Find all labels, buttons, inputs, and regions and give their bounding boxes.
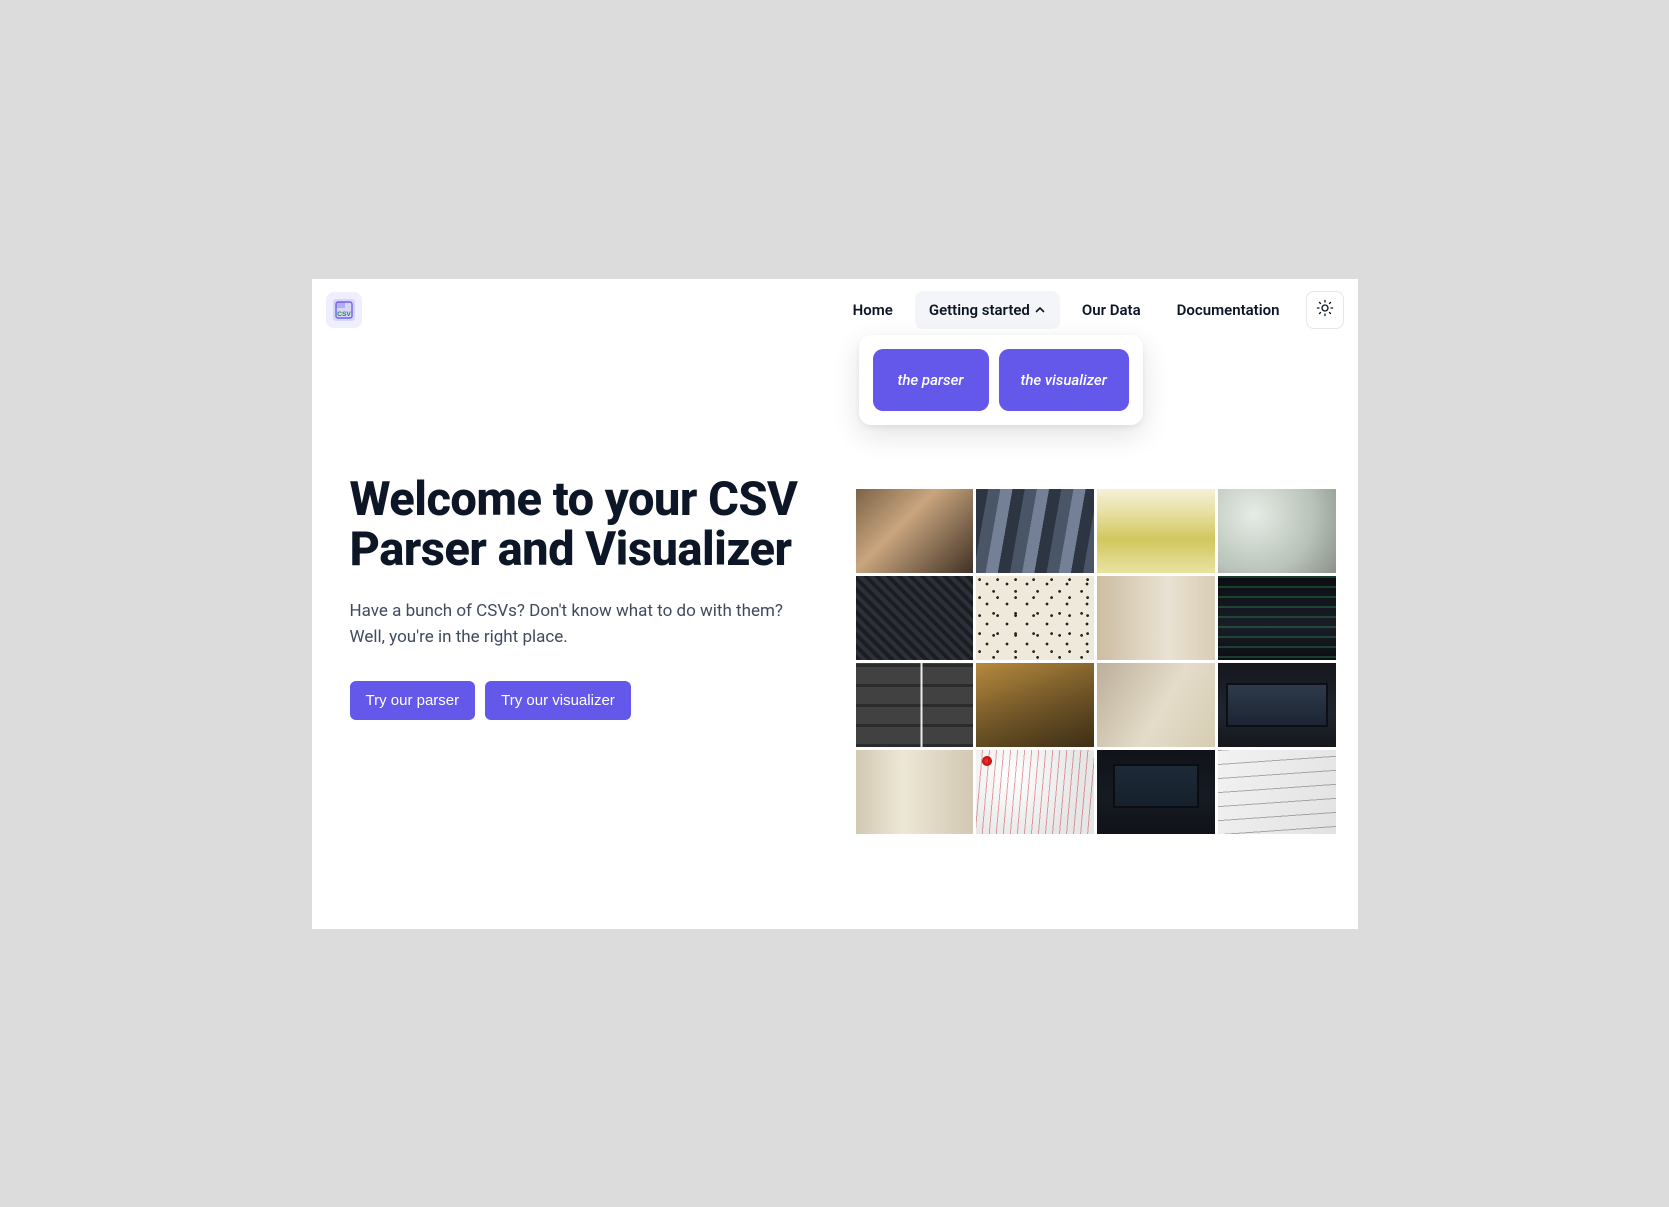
try-visualizer-button[interactable]: Try our visualizer — [485, 681, 631, 720]
svg-text:CSV: CSV — [337, 311, 351, 318]
nav-item-documentation[interactable]: Documentation — [1163, 291, 1294, 329]
dropdown-item-parser[interactable]: the parser — [873, 349, 989, 411]
nav-right: Home Getting started Our Data Documentat… — [839, 291, 1344, 329]
hero-title: Welcome to your CSV Parser and Visualize… — [350, 475, 810, 577]
hero: Welcome to your CSV Parser and Visualize… — [350, 475, 810, 720]
chevron-up-icon — [1034, 304, 1046, 316]
top-nav: CSV Home Getting started Our Data Doc — [312, 289, 1358, 331]
dropdown-item-visualizer[interactable]: the visualizer — [999, 349, 1129, 411]
app-window: CSV Home Getting started Our Data Doc — [312, 279, 1358, 929]
dropdown-item-label: the parser — [897, 371, 963, 389]
csv-logo-icon: CSV — [331, 297, 357, 323]
grid-tile — [1218, 489, 1336, 573]
grid-tile — [976, 750, 1094, 834]
grid-tile — [856, 576, 974, 660]
nav-item-label: Home — [853, 301, 893, 319]
grid-tile — [1218, 750, 1336, 834]
grid-tile — [856, 750, 974, 834]
cta-row: Try our parser Try our visualizer — [350, 681, 810, 720]
logo[interactable]: CSV — [326, 292, 362, 328]
nav-item-label: Getting started — [929, 301, 1030, 319]
dropdown-item-label: the visualizer — [1021, 371, 1107, 389]
nav-items: Home Getting started Our Data Documentat… — [839, 291, 1294, 329]
grid-tile — [976, 576, 1094, 660]
grid-tile — [1218, 576, 1336, 660]
theme-toggle-button[interactable] — [1306, 291, 1344, 329]
button-label: Try our visualizer — [501, 692, 615, 709]
grid-tile — [1097, 576, 1215, 660]
grid-tile — [856, 489, 974, 573]
grid-tile — [1097, 489, 1215, 573]
nav-item-home[interactable]: Home — [839, 291, 907, 329]
sun-icon — [1316, 299, 1334, 320]
grid-tile — [976, 489, 1094, 573]
nav-item-label: Our Data — [1082, 301, 1141, 319]
grid-tile — [1097, 750, 1215, 834]
hero-subtitle: Have a bunch of CSVs? Don't know what to… — [350, 598, 810, 651]
grid-tile — [1218, 663, 1336, 747]
nav-item-getting-started[interactable]: Getting started — [915, 291, 1060, 329]
hero-image-grid — [856, 489, 1336, 834]
nav-item-our-data[interactable]: Our Data — [1068, 291, 1155, 329]
button-label: Try our parser — [366, 692, 460, 709]
nav-item-label: Documentation — [1177, 301, 1280, 319]
grid-tile — [976, 663, 1094, 747]
grid-tile — [856, 663, 974, 747]
grid-tile — [1097, 663, 1215, 747]
try-parser-button[interactable]: Try our parser — [350, 681, 476, 720]
getting-started-dropdown: the parser the visualizer — [859, 335, 1143, 425]
